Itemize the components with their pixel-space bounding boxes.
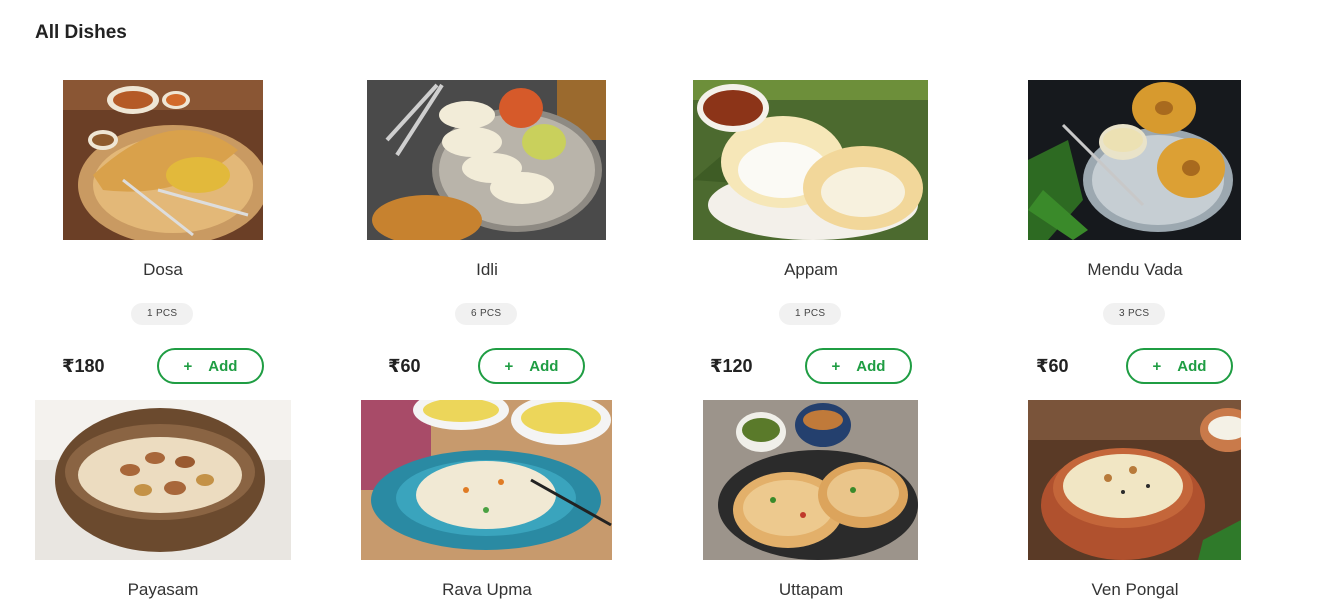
section-title: All Dishes <box>35 22 127 43</box>
dish-price: ₹60 <box>1036 356 1069 376</box>
add-label: Add <box>208 357 238 375</box>
dish-name: Payasam <box>127 580 199 599</box>
add-button-appam[interactable]: + Add <box>805 348 912 384</box>
plus-icon: + <box>504 357 514 375</box>
plus-icon: + <box>1152 357 1162 375</box>
add-label: Add <box>1177 357 1207 375</box>
dish-name: Idli <box>476 260 498 279</box>
dish-price: ₹180 <box>62 356 105 376</box>
uttapam-image[interactable] <box>703 400 918 560</box>
plus-icon: + <box>183 357 193 375</box>
qty-badge: 3 PCS <box>1103 303 1166 325</box>
add-button-idli[interactable]: + Add <box>478 348 585 384</box>
appam-image[interactable] <box>693 80 928 240</box>
dish-name: Mendu Vada <box>1087 260 1183 279</box>
dish-price: ₹60 <box>388 356 421 376</box>
dish-price: ₹120 <box>710 356 753 376</box>
plus-icon: + <box>831 357 841 375</box>
add-label: Add <box>856 357 886 375</box>
vada-image[interactable] <box>1028 80 1241 240</box>
qty-badge: 1 PCS <box>779 303 842 325</box>
add-label: Add <box>529 357 559 375</box>
add-button-mendu-vada[interactable]: + Add <box>1126 348 1233 384</box>
add-button-dosa[interactable]: + Add <box>157 348 264 384</box>
qty-badge: 1 PCS <box>131 303 194 325</box>
dish-name: Dosa <box>143 260 183 279</box>
pongal-image[interactable] <box>1028 400 1241 560</box>
dish-name: Rava Upma <box>442 580 532 599</box>
dish-name: Uttapam <box>778 580 844 599</box>
dish-name: Ven Pongal <box>1091 580 1179 599</box>
dosa-image[interactable] <box>63 80 263 240</box>
dish-name: Appam <box>784 260 838 279</box>
qty-badge: 6 PCS <box>455 303 518 325</box>
idli-image[interactable] <box>367 80 606 240</box>
upma-image[interactable] <box>361 400 612 560</box>
payasam-image[interactable] <box>35 400 291 560</box>
